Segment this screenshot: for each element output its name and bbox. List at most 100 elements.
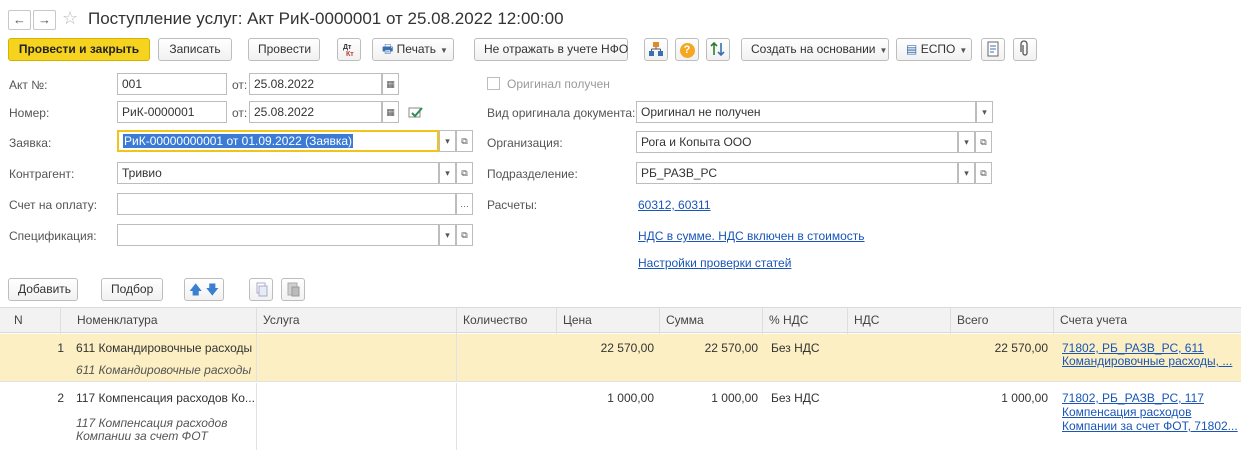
original-kind-label: Вид оригинала документа: [487,106,636,120]
row-vat-rate: Без НДС [771,341,820,355]
column-header-vat[interactable]: НДС [847,308,950,334]
arrow-down-icon: 🡇 [205,282,220,297]
add-row-button[interactable]: Добавить [8,278,78,301]
column-header-sum[interactable]: Сумма [659,308,762,334]
forward-arrow-icon[interactable]: → [33,10,56,30]
calendar-icon[interactable]: ▦ [382,73,399,95]
attachment-icon[interactable] [1013,38,1037,61]
row-accounts-link[interactable]: Командировочные расходы, ... [1062,354,1232,368]
arrow-up-icon: 🡅 [188,282,203,297]
column-header-n[interactable]: N [0,308,60,334]
row-item-sub: Компании за счет ФОТ [76,429,208,443]
chevron-down-icon[interactable]: ▾ [439,224,456,246]
spec-field[interactable] [117,224,439,246]
row-accounts-link[interactable]: Компенсация расходов [1062,405,1191,419]
open-link-icon[interactable]: ⧉ [456,130,473,152]
checkmark-edit-icon[interactable] [408,104,424,120]
contractor-field[interactable]: Тривио [117,162,439,184]
chevron-down-icon[interactable]: ▾ [976,101,993,123]
organization-field[interactable]: Рога и Копыта ООО [636,131,958,153]
check-settings-link[interactable]: Настройки проверки статей [638,256,791,270]
calendar-icon[interactable]: ▦ [382,101,399,123]
chevron-down-icon: ▼ [439,46,448,55]
debit-credit-icon[interactable]: Дт Кт [337,38,361,61]
svg-text:Кт: Кт [346,51,354,58]
act-date-field[interactable]: 25.08.2022 [249,73,382,95]
chevron-down-icon[interactable]: ▾ [958,131,975,153]
original-received-checkbox[interactable] [487,77,500,90]
post-button[interactable]: Провести [248,38,320,61]
copy-icon[interactable] [249,278,273,301]
ellipsis-icon[interactable]: … [456,193,473,215]
row-price: 22 570,00 [600,341,654,355]
row-price: 1 000,00 [607,391,654,405]
table-row[interactable]: 2 117 Компенсация расходов Ко... 117 Ком… [0,383,1241,450]
contractor-label: Контрагент: [9,167,75,181]
row-total: 1 000,00 [1001,391,1048,405]
sort-icon[interactable] [706,38,730,61]
write-button[interactable]: Записать [158,38,232,61]
table-row[interactable]: 1 611 Командировочные расходы 611 Команд… [0,334,1241,382]
post-and-close-button[interactable]: Провести и закрыть [8,38,150,61]
original-received-label: Оригинал получен [507,77,610,91]
number-date-label: от: [232,106,248,120]
chevron-down-icon[interactable]: ▾ [439,130,456,152]
act-date-label: от: [232,78,248,92]
print-button[interactable]: 🖶 Печать ▼ [372,38,454,61]
help-icon[interactable]: ? [675,38,699,61]
chevron-down-icon[interactable]: ▾ [439,162,456,184]
open-link-icon[interactable]: ⧉ [975,162,992,184]
department-field[interactable]: РБ_РАЗВ_РС [636,162,958,184]
table-header: N Номенклатура Услуга Количество Цена Су… [0,307,1241,334]
column-header-vat-rate[interactable]: % НДС [762,308,847,334]
open-link-icon[interactable]: ⧉ [456,162,473,184]
calculations-link[interactable]: 60312, 60311 [638,198,711,212]
espo-button[interactable]: ▤ ЕСПО ▼ [896,38,972,61]
open-link-icon[interactable]: ⧉ [975,131,992,153]
original-kind-field[interactable]: Оригинал не получен [636,101,976,123]
row-item: 611 Командировочные расходы [76,341,253,355]
request-label: Заявка: [9,136,52,150]
chevron-down-icon[interactable]: ▾ [958,162,975,184]
row-accounts-link[interactable]: 71802, РБ_РАЗВ_РС, 117 [1062,391,1204,405]
number-date-field[interactable]: 25.08.2022 [249,101,382,123]
row-accounts-link[interactable]: Компании за счет ФОТ, 71802... [1062,419,1238,433]
act-number-label: Акт №: [9,78,48,92]
svg-text:Дт: Дт [343,44,352,51]
row-item: 117 Компенсация расходов Ко... [76,391,255,405]
chevron-down-icon: ▼ [959,46,968,55]
organization-label: Организация: [487,136,563,150]
column-header-price[interactable]: Цена [556,308,659,334]
request-field[interactable]: РиК-00000000001 от 01.09.2022 (Заявка) [117,130,439,152]
row-sum: 22 570,00 [704,341,758,355]
row-item-sub: 611 Командировочные расходы [76,363,252,377]
vat-link[interactable]: НДС в сумме. НДС включен в стоимость [638,229,865,243]
number-field[interactable]: РиК-0000001 [117,101,227,123]
row-number: 2 [57,391,64,405]
column-header-nomenclature[interactable]: Номенклатура [60,308,256,334]
row-number: 1 [57,341,64,355]
document-icon[interactable] [981,38,1005,61]
pick-button[interactable]: Подбор [101,278,163,301]
row-item-sub: 117 Компенсация расходов [76,416,228,430]
back-arrow-icon[interactable]: ← [8,10,31,30]
page-title: Поступление услуг: Акт РиК-0000001 от 25… [88,9,564,28]
printer-icon: 🖶 [382,42,394,56]
structure-icon[interactable] [644,38,668,61]
favorite-star-icon[interactable]: ☆ [62,8,78,29]
column-header-accounts[interactable]: Счета учета [1053,308,1241,334]
paste-icon[interactable] [281,278,305,301]
column-header-service[interactable]: Услуга [256,308,456,334]
invoice-field[interactable] [117,193,456,215]
row-accounts-link[interactable]: 71802, РБ_РАЗВ_РС, 611 [1062,341,1204,355]
open-link-icon[interactable]: ⧉ [456,224,473,246]
column-header-total[interactable]: Всего [950,308,1053,334]
number-label: Номер: [9,106,50,120]
act-number-field[interactable]: 001 [117,73,227,95]
espo-icon: ▤ [906,42,918,56]
row-sum: 1 000,00 [711,391,758,405]
column-header-quantity[interactable]: Количество [456,308,556,334]
no-nfo-button[interactable]: Не отражать в учете НФО [474,38,628,61]
move-rows-button[interactable]: 🡅 🡇 [184,278,224,301]
create-based-on-button[interactable]: Создать на основании ▼ [741,38,889,61]
